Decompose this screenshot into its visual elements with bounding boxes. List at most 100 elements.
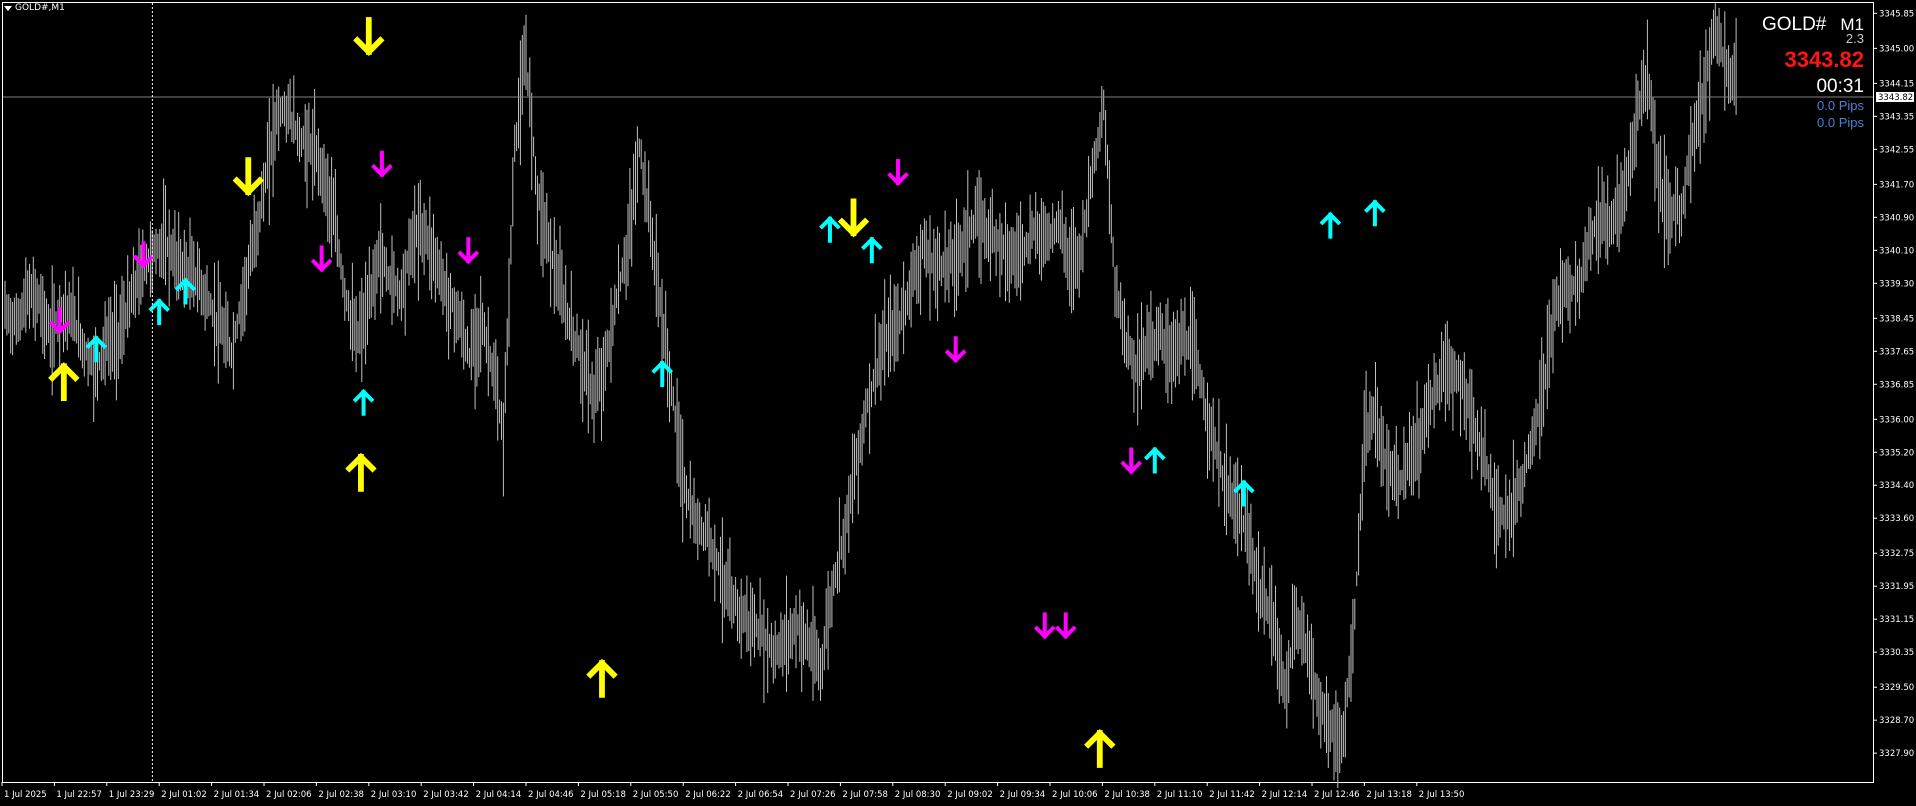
- arrow-shape: [837, 198, 870, 238]
- chart-title-label: GOLD#,M1: [15, 3, 65, 13]
- y-tick-label: 3340.90: [1879, 213, 1914, 223]
- x-tick-label: 2 Jul 06:54: [738, 790, 784, 800]
- arrow-up-icon: [586, 658, 618, 698]
- pips-value-2: 0.0 Pips: [1817, 115, 1864, 130]
- arrow-up-icon: [85, 335, 108, 363]
- arrow-down-icon: [887, 158, 909, 186]
- arrow-down-icon: [1120, 447, 1143, 475]
- y-tick-label: 3328.70: [1879, 716, 1914, 726]
- arrow-shape: [345, 452, 377, 492]
- x-tick-label: 1 Jul 23:29: [109, 790, 155, 800]
- arrow-up-icon: [345, 452, 377, 492]
- y-tick-label: 3345.00: [1879, 44, 1914, 54]
- candle-timer: 00:31: [1816, 76, 1864, 97]
- x-tick-label: 2 Jul 10:06: [1052, 790, 1098, 800]
- arrow-up-icon: [1233, 479, 1255, 507]
- y-tick-label: 3338.45: [1879, 314, 1914, 324]
- price-value: 3343.82: [1784, 47, 1864, 72]
- chart-frame: [2, 2, 1874, 783]
- x-tick-label: 1 Jul 2025: [4, 790, 47, 800]
- arrow-up-icon: [1084, 728, 1116, 768]
- symbol-label: GOLD#: [1761, 14, 1827, 35]
- arrow-down-icon: [371, 150, 393, 178]
- arrow-down-icon: [310, 245, 333, 273]
- y-tick-label: 3342.55: [1879, 145, 1914, 155]
- y-tick-label: 3336.00: [1879, 415, 1914, 425]
- x-tick-label: 2 Jul 11:10: [1157, 790, 1203, 800]
- x-tick-label: 1 Jul 22:57: [56, 790, 102, 800]
- arrow-shape: [371, 150, 393, 178]
- y-tick-label: 3332.75: [1879, 549, 1914, 559]
- x-tick-label: 2 Jul 02:38: [318, 790, 364, 800]
- spread-value: 2.3: [1845, 31, 1864, 46]
- arrow-up-icon: [1143, 446, 1166, 474]
- arrow-shape: [48, 362, 80, 402]
- arrow-shape: [1120, 447, 1143, 475]
- y-tick-label: 3334.40: [1879, 481, 1914, 491]
- arrow-up-icon: [1319, 211, 1342, 239]
- y-tick-label: 3344.15: [1879, 79, 1914, 89]
- current-price-label: 3343.82: [1878, 93, 1913, 103]
- price-axis: 3345.85 3345.00 3344.15 3343.35 3342.55 3341.…: [1873, 9, 1914, 759]
- x-tick-label: 2 Jul 05:18: [580, 790, 626, 800]
- x-tick-label: 2 Jul 08:30: [895, 790, 941, 800]
- arrow-down-icon: [353, 17, 385, 57]
- arrow-shape: [148, 298, 171, 326]
- arrow-shape: [1143, 446, 1166, 474]
- arrow-shape: [85, 335, 108, 363]
- arrow-shape: [887, 158, 909, 186]
- x-tick-label: 2 Jul 12:46: [1314, 790, 1360, 800]
- y-tick-label: 3343.35: [1879, 112, 1914, 122]
- chart-title[interactable]: GOLD#,M1: [4, 3, 65, 13]
- signal-arrows: [48, 17, 1386, 768]
- x-tick-label: 2 Jul 04:46: [528, 790, 574, 800]
- arrow-shape: [232, 157, 264, 197]
- arrow-shape: [1364, 199, 1386, 227]
- time-axis: 1 Jul 2025 1 Jul 22:57 1 Jul 23:29 2 Jul 01…: [1, 782, 1465, 800]
- arrow-down-icon: [232, 157, 264, 197]
- y-tick-label: 3330.35: [1879, 648, 1914, 658]
- arrow-shape: [1319, 211, 1342, 239]
- x-tick-label: 2 Jul 01:34: [214, 790, 260, 800]
- x-tick-label: 2 Jul 07:26: [790, 790, 836, 800]
- y-tick-label: 3339.30: [1879, 279, 1914, 289]
- x-tick-label: 2 Jul 13:50: [1419, 790, 1465, 800]
- x-tick-label: 2 Jul 03:10: [371, 790, 417, 800]
- x-tick-label: 2 Jul 09:34: [1000, 790, 1046, 800]
- arrow-up-icon: [1364, 199, 1386, 227]
- y-tick-label: 3337.65: [1879, 347, 1914, 357]
- x-tick-label: 2 Jul 02:06: [266, 790, 312, 800]
- arrow-shape: [174, 277, 197, 305]
- arrow-up-icon: [174, 277, 197, 305]
- x-tick-label: 2 Jul 11:42: [1209, 790, 1255, 800]
- arrow-down-icon: [837, 198, 870, 238]
- arrow-down-icon: [944, 336, 967, 364]
- y-tick-label: 3333.60: [1879, 514, 1914, 524]
- arrow-up-icon: [352, 388, 375, 416]
- x-tick-label: 2 Jul 12:14: [1262, 790, 1308, 800]
- x-tick-label: 2 Jul 13:18: [1366, 790, 1412, 800]
- x-tick-label: 2 Jul 06:22: [685, 790, 731, 800]
- chevron-down-icon[interactable]: [4, 5, 12, 11]
- price-chart[interactable]: 3345.85 3345.00 3344.15 3343.35 3342.55 3341.…: [0, 0, 1916, 806]
- x-tick-label: 2 Jul 03:42: [423, 790, 469, 800]
- y-tick-label: 3340.10: [1879, 246, 1914, 256]
- arrow-down-icon: [1054, 612, 1077, 640]
- arrow-shape: [352, 388, 375, 416]
- x-tick-label: 2 Jul 10:38: [1104, 790, 1150, 800]
- x-tick-label: 2 Jul 05:50: [633, 790, 679, 800]
- y-tick-label: 3329.50: [1879, 683, 1914, 693]
- arrow-up-icon: [861, 236, 883, 264]
- arrow-shape: [586, 658, 618, 698]
- arrow-shape: [457, 237, 480, 265]
- y-tick-label: 3327.90: [1879, 749, 1914, 759]
- x-tick-label: 2 Jul 04:14: [476, 790, 522, 800]
- pips-value-1: 0.0 Pips: [1817, 98, 1864, 113]
- arrow-shape: [310, 245, 333, 273]
- y-tick-label: 3336.85: [1879, 380, 1914, 390]
- y-tick-label: 3331.95: [1879, 582, 1914, 592]
- arrow-shape: [132, 241, 155, 269]
- y-tick-label: 3341.70: [1879, 180, 1914, 190]
- arrow-shape: [353, 17, 385, 57]
- arrow-shape: [1033, 612, 1056, 640]
